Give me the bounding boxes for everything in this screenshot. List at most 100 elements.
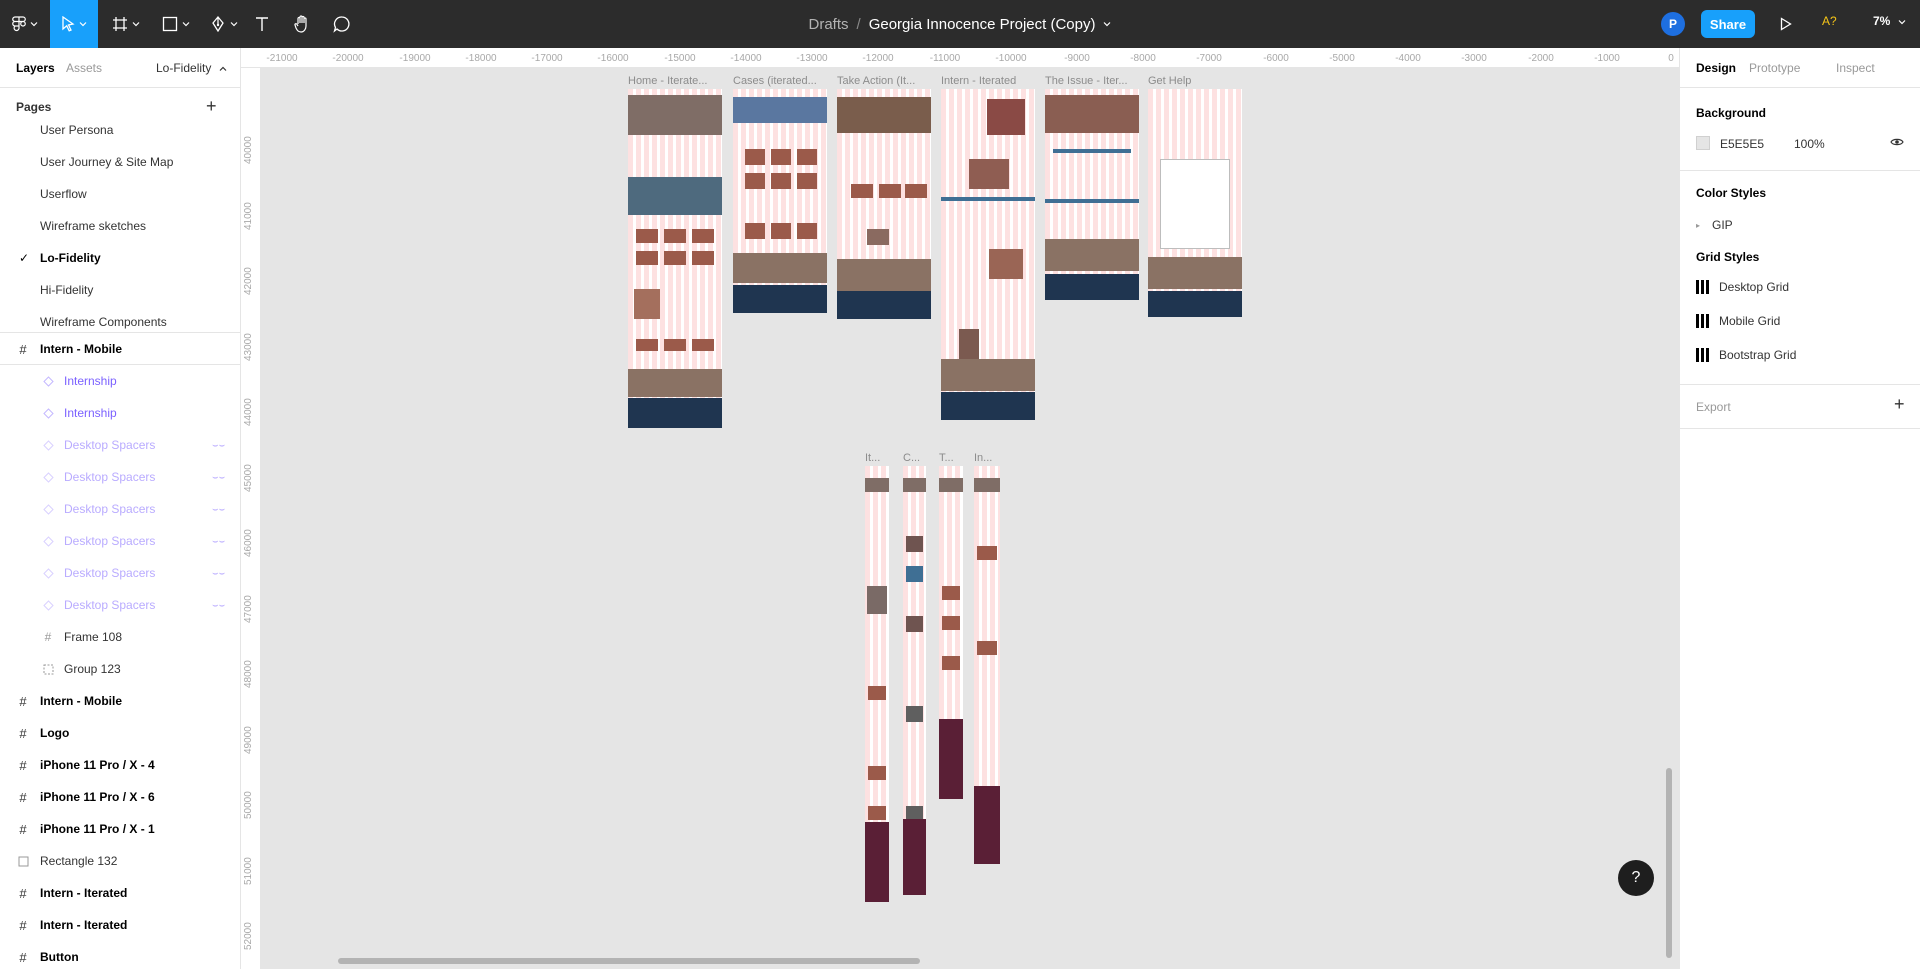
layer-frame[interactable]: # Button xyxy=(0,941,240,969)
layer-component-instance-hidden[interactable]: Desktop Spacers ⌣⌣ xyxy=(0,493,240,525)
eye-closed-icon[interactable]: ⌣⌣ xyxy=(212,504,225,515)
shape-tool-button[interactable] xyxy=(158,0,194,48)
layer-group[interactable]: Group 123 xyxy=(0,653,240,685)
page-item-wireframe-sketches[interactable]: Wireframe sketches xyxy=(0,210,240,242)
avatar[interactable]: P xyxy=(1661,12,1685,36)
layer-rectangle[interactable]: Rectangle 132 xyxy=(0,845,240,877)
eye-closed-icon[interactable]: ⌣⌣ xyxy=(212,568,225,579)
frame-label[interactable]: C... xyxy=(903,452,927,464)
add-export-icon[interactable]: + xyxy=(1894,394,1905,415)
layer-frame[interactable]: # Intern - Mobile xyxy=(0,685,240,717)
frame-take-action-mobile[interactable] xyxy=(939,466,963,799)
background-swatch[interactable] xyxy=(1696,136,1710,150)
layer-frame[interactable]: # Intern - Iterated xyxy=(0,909,240,941)
frame-label[interactable]: Get Help xyxy=(1148,75,1238,87)
component-instance-icon xyxy=(40,405,56,421)
layer-component-instance-hidden[interactable]: Desktop Spacers ⌣⌣ xyxy=(0,589,240,621)
frame-label[interactable]: Cases (iterated... xyxy=(733,75,823,87)
frame-intern-desktop[interactable] xyxy=(941,89,1035,420)
frame-label[interactable]: Intern - Iterated xyxy=(941,75,1033,87)
page-item-lo-fidelity[interactable]: ✓ Lo-Fidelity xyxy=(0,242,240,274)
zoom-menu[interactable]: 7% xyxy=(1873,14,1906,28)
layer-frame[interactable]: # Intern - Iterated xyxy=(0,877,240,909)
ruler-vertical: 40000 41000 42000 43000 44000 45000 4600… xyxy=(241,68,261,969)
main-menu-button[interactable] xyxy=(6,0,44,48)
add-page-icon[interactable]: + xyxy=(206,96,217,117)
ruler-tick: 47000 xyxy=(243,595,254,623)
canvas-vertical-scrollbar[interactable] xyxy=(1666,768,1672,958)
frame-home-desktop[interactable] xyxy=(628,89,722,428)
tab-inspect[interactable]: Inspect xyxy=(1836,61,1875,75)
frame-intern-mobile[interactable] xyxy=(865,466,889,902)
layer-component-instance-hidden[interactable]: Desktop Spacers ⌣⌣ xyxy=(0,461,240,493)
page-item-user-persona[interactable]: User Persona xyxy=(0,124,240,146)
layers-panel-tabs: Layers Assets Lo-Fidelity xyxy=(0,48,240,88)
tab-layers[interactable]: Layers xyxy=(16,61,55,75)
comment-tool-button[interactable] xyxy=(332,0,352,48)
grid-style-item[interactable]: Desktop Grid xyxy=(1696,280,1789,294)
canvas-horizontal-scrollbar[interactable] xyxy=(338,958,920,964)
frame-label[interactable]: T... xyxy=(939,452,961,464)
background-hex-input[interactable]: E5E5E5 xyxy=(1720,137,1764,151)
tab-prototype[interactable]: Prototype xyxy=(1749,61,1800,75)
frame-label[interactable]: In... xyxy=(974,452,1000,464)
layer-frame[interactable]: # Logo xyxy=(0,717,240,749)
eye-closed-icon[interactable]: ⌣⌣ xyxy=(212,440,225,451)
component-instance-icon xyxy=(40,437,56,453)
page-item-userflow[interactable]: Userflow xyxy=(0,178,240,210)
page-item-user-journey[interactable]: User Journey & Site Map xyxy=(0,146,240,178)
layer-component-instance-hidden[interactable]: Desktop Spacers ⌣⌣ xyxy=(0,525,240,557)
frame-get-help-desktop[interactable] xyxy=(1148,89,1242,317)
file-name[interactable]: Georgia Innocence Project (Copy) xyxy=(869,16,1096,33)
layer-component-instance-hidden[interactable]: Desktop Spacers ⌣⌣ xyxy=(0,557,240,589)
color-style-group[interactable]: ▸ GIP xyxy=(1696,218,1733,232)
frame-label[interactable]: Home - Iterate... xyxy=(628,75,720,87)
frame-the-issue-desktop[interactable] xyxy=(1045,89,1139,300)
page-switcher[interactable]: Lo-Fidelity xyxy=(156,61,227,75)
frame-cases-mobile[interactable] xyxy=(903,466,926,895)
grid-style-item[interactable]: Bootstrap Grid xyxy=(1696,348,1796,362)
hand-tool-button[interactable] xyxy=(292,0,312,48)
tab-assets[interactable]: Assets xyxy=(66,61,102,75)
accessibility-check-button[interactable]: A? xyxy=(1822,14,1837,28)
cursor-icon xyxy=(62,16,75,32)
tab-design[interactable]: Design xyxy=(1696,61,1736,75)
pen-icon xyxy=(212,16,224,32)
eye-closed-icon[interactable]: ⌣⌣ xyxy=(212,536,225,547)
page-item-hi-fidelity[interactable]: Hi-Fidelity xyxy=(0,274,240,306)
component-instance-icon xyxy=(40,501,56,517)
chevron-down-icon[interactable] xyxy=(1103,21,1111,27)
grid-style-label: Mobile Grid xyxy=(1719,314,1781,328)
layer-frame[interactable]: # iPhone 11 Pro / X - 1 xyxy=(0,813,240,845)
frame-take-action-desktop[interactable] xyxy=(837,89,931,319)
frame-label[interactable]: It... xyxy=(865,452,891,464)
grid-style-item[interactable]: Mobile Grid xyxy=(1696,314,1780,328)
layer-component-instance-hidden[interactable]: Desktop Spacers ⌣⌣ xyxy=(0,429,240,461)
eye-closed-icon[interactable]: ⌣⌣ xyxy=(212,472,225,483)
layout-grid-icon xyxy=(1696,314,1709,328)
layer-component-instance[interactable]: Internship xyxy=(0,365,240,397)
text-tool-button[interactable] xyxy=(254,0,270,48)
background-opacity-input[interactable]: 100% xyxy=(1794,137,1825,151)
eye-closed-icon[interactable]: ⌣⌣ xyxy=(212,600,225,611)
layer-component-instance[interactable]: Internship xyxy=(0,397,240,429)
move-tool-button[interactable] xyxy=(50,0,98,48)
layer-frame[interactable]: # iPhone 11 Pro / X - 4 xyxy=(0,749,240,781)
share-button[interactable]: Share xyxy=(1701,10,1755,38)
frame-label[interactable]: The Issue - Iter... xyxy=(1045,75,1135,87)
pen-tool-button[interactable] xyxy=(206,0,242,48)
canvas[interactable]: -21000 -20000 -19000 -18000 -17000 -1600… xyxy=(241,48,1679,969)
present-button[interactable] xyxy=(1774,12,1798,36)
help-button[interactable]: ? xyxy=(1618,860,1654,896)
layer-frame[interactable]: # Frame 108 xyxy=(0,621,240,653)
ruler-tick: -5000 xyxy=(1329,53,1355,64)
frame-cases-desktop[interactable] xyxy=(733,89,827,313)
component-instance-icon xyxy=(40,373,56,389)
frame-issue-mobile[interactable] xyxy=(974,466,1000,864)
frame-tool-button[interactable] xyxy=(108,0,144,48)
breadcrumb-drafts[interactable]: Drafts xyxy=(809,16,849,33)
eye-icon[interactable] xyxy=(1890,136,1904,151)
layer-frame[interactable]: # Intern - Mobile xyxy=(0,333,240,365)
frame-label[interactable]: Take Action (It... xyxy=(837,75,927,87)
layer-frame[interactable]: # iPhone 11 Pro / X - 6 xyxy=(0,781,240,813)
